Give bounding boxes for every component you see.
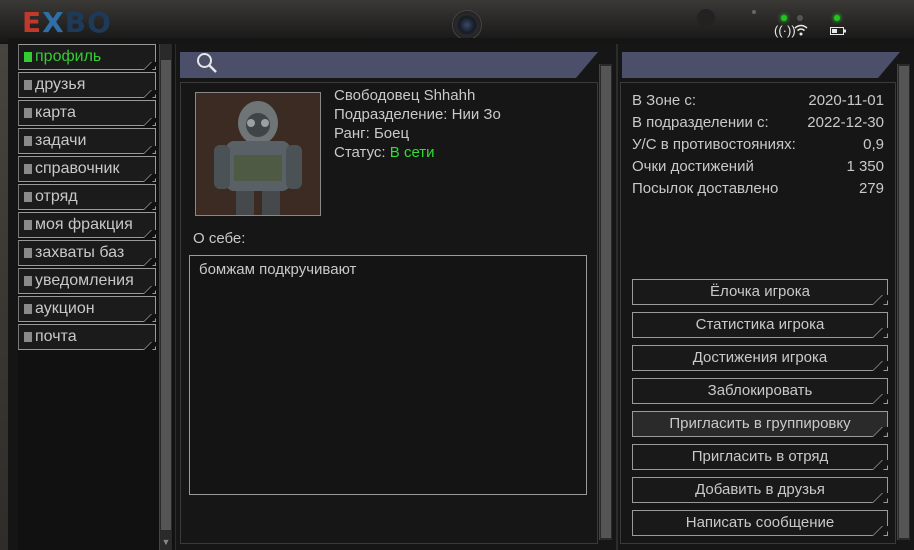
logo-letters-bo: BO — [64, 6, 112, 39]
bullet-icon — [24, 52, 32, 62]
sidebar-item-label: отряд — [35, 188, 78, 205]
bullet-icon — [24, 108, 32, 118]
sensor-dot-small — [752, 10, 756, 14]
sensor-dot — [697, 9, 715, 27]
bullet-icon — [24, 248, 32, 258]
stats-panel-header — [622, 52, 900, 78]
sidebar-item-profile[interactable]: профиль — [18, 44, 156, 70]
sidebar-item-label: аукцион — [35, 300, 95, 317]
led-indicator — [781, 15, 787, 21]
sidebar-item-notifications[interactable]: уведомления — [18, 268, 156, 294]
player-rank: Ранг: Боец — [334, 125, 410, 142]
stat-label: Очки достижений — [632, 158, 754, 175]
sidebar-item-tasks[interactable]: задачи — [18, 128, 156, 154]
about-label: О себе: — [193, 230, 246, 247]
block-player-button[interactable]: Заблокировать — [632, 378, 888, 404]
sidebar-item-label: уведомления — [35, 272, 134, 289]
bullet-icon — [24, 80, 32, 90]
antenna-icon: ((·)) — [774, 23, 796, 38]
sidebar: профиль друзья карта задачи справочник о… — [18, 44, 174, 550]
app-logo: EXBO — [22, 6, 112, 39]
stat-value: 279 — [858, 180, 884, 197]
about-textbox: бомжам подкручивают — [189, 255, 587, 495]
stat-in-unit-since: В подразделении с: 2022-12-30 — [632, 114, 884, 131]
sidebar-item-label: моя фракция — [35, 216, 133, 233]
sidebar-item-squad[interactable]: отряд — [18, 184, 156, 210]
search-icon[interactable] — [196, 52, 218, 74]
bullet-icon — [24, 164, 32, 174]
player-name: Свободовец Shhahh — [334, 87, 476, 104]
bullet-icon — [24, 220, 32, 230]
player-stats-button[interactable]: Статистика игрока — [632, 312, 888, 338]
sidebar-item-label: задачи — [35, 132, 87, 149]
sidebar-item-label: почта — [35, 328, 77, 345]
sidebar-item-map[interactable]: карта — [18, 100, 156, 126]
bullet-icon — [24, 276, 32, 286]
led-off-indicator — [797, 15, 803, 21]
logo-letter-x: X — [42, 6, 65, 39]
status-icons: ((·)) — [770, 10, 850, 40]
camera-icon — [452, 10, 482, 40]
bullet-icon — [24, 192, 32, 202]
sidebar-item-label: карта — [35, 104, 76, 121]
bullet-icon — [24, 136, 32, 146]
sidebar-item-auction[interactable]: аукцион — [18, 296, 156, 322]
player-achievements-button[interactable]: Достижения игрока — [632, 345, 888, 371]
sidebar-item-reference[interactable]: справочник — [18, 156, 156, 182]
stat-label: У/С в противостояниях: — [632, 136, 796, 153]
profile-scrollbar[interactable] — [599, 64, 612, 540]
scrollbar-thumb[interactable] — [601, 66, 611, 538]
stats-scrollbar[interactable] — [897, 64, 910, 540]
scroll-down-icon[interactable]: ▼ — [160, 536, 172, 548]
wifi-icon — [794, 24, 808, 36]
status-label: Статус: — [334, 144, 390, 161]
stat-label: Посылок доставлено — [632, 180, 779, 197]
stat-packages-delivered: Посылок доставлено 279 — [632, 180, 884, 197]
battery-icon — [830, 27, 846, 35]
sidebar-item-label: профиль — [35, 48, 102, 65]
stat-in-zone-since: В Зоне с: 2020-11-01 — [632, 92, 884, 109]
stat-kd-ratio: У/С в противостояниях: 0,9 — [632, 136, 884, 153]
invite-to-faction-button[interactable]: Пригласить в группировку — [632, 411, 888, 437]
sidebar-item-label: справочник — [35, 160, 120, 177]
sidebar-item-mail[interactable]: почта — [18, 324, 156, 350]
stat-value: 0,9 — [863, 136, 884, 153]
send-message-button[interactable]: Написать сообщение — [632, 510, 888, 536]
sidebar-item-friends[interactable]: друзья — [18, 72, 156, 98]
bullet-icon — [24, 332, 32, 342]
sidebar-scrollbar[interactable]: ▼ — [159, 44, 172, 550]
profile-panel-header — [180, 52, 598, 78]
sidebar-item-my-faction[interactable]: моя фракция — [18, 212, 156, 238]
stat-achievement-points: Очки достижений 1 350 — [632, 158, 884, 175]
about-text: бомжам подкручивают — [199, 261, 357, 278]
logo-letter-e: E — [22, 6, 43, 39]
sidebar-item-label: друзья — [35, 76, 86, 93]
bullet-icon — [24, 304, 32, 314]
player-tree-button[interactable]: Ёлочка игрока — [632, 279, 888, 305]
led-indicator — [834, 15, 840, 21]
scrollbar-thumb[interactable] — [161, 60, 171, 530]
stat-label: В подразделении с: — [632, 114, 769, 131]
player-status: Статус: В сети — [334, 144, 435, 161]
stat-label: В Зоне с: — [632, 92, 697, 109]
stat-value: 2022-12-30 — [807, 114, 884, 131]
sidebar-item-base-captures[interactable]: захваты баз — [18, 240, 156, 266]
invite-to-squad-button[interactable]: Пригласить в отряд — [632, 444, 888, 470]
avatar — [195, 92, 321, 216]
stat-value: 2020-11-01 — [808, 92, 884, 109]
sidebar-item-label: захваты баз — [35, 244, 125, 261]
stat-value: 1 350 — [846, 158, 884, 175]
status-badge: В сети — [389, 144, 435, 161]
scrollbar-thumb[interactable] — [899, 66, 909, 538]
add-friend-button[interactable]: Добавить в друзья — [632, 477, 888, 503]
exoskeleton-image — [196, 93, 320, 215]
player-unit: Подразделение: Нии Зо — [334, 106, 501, 123]
